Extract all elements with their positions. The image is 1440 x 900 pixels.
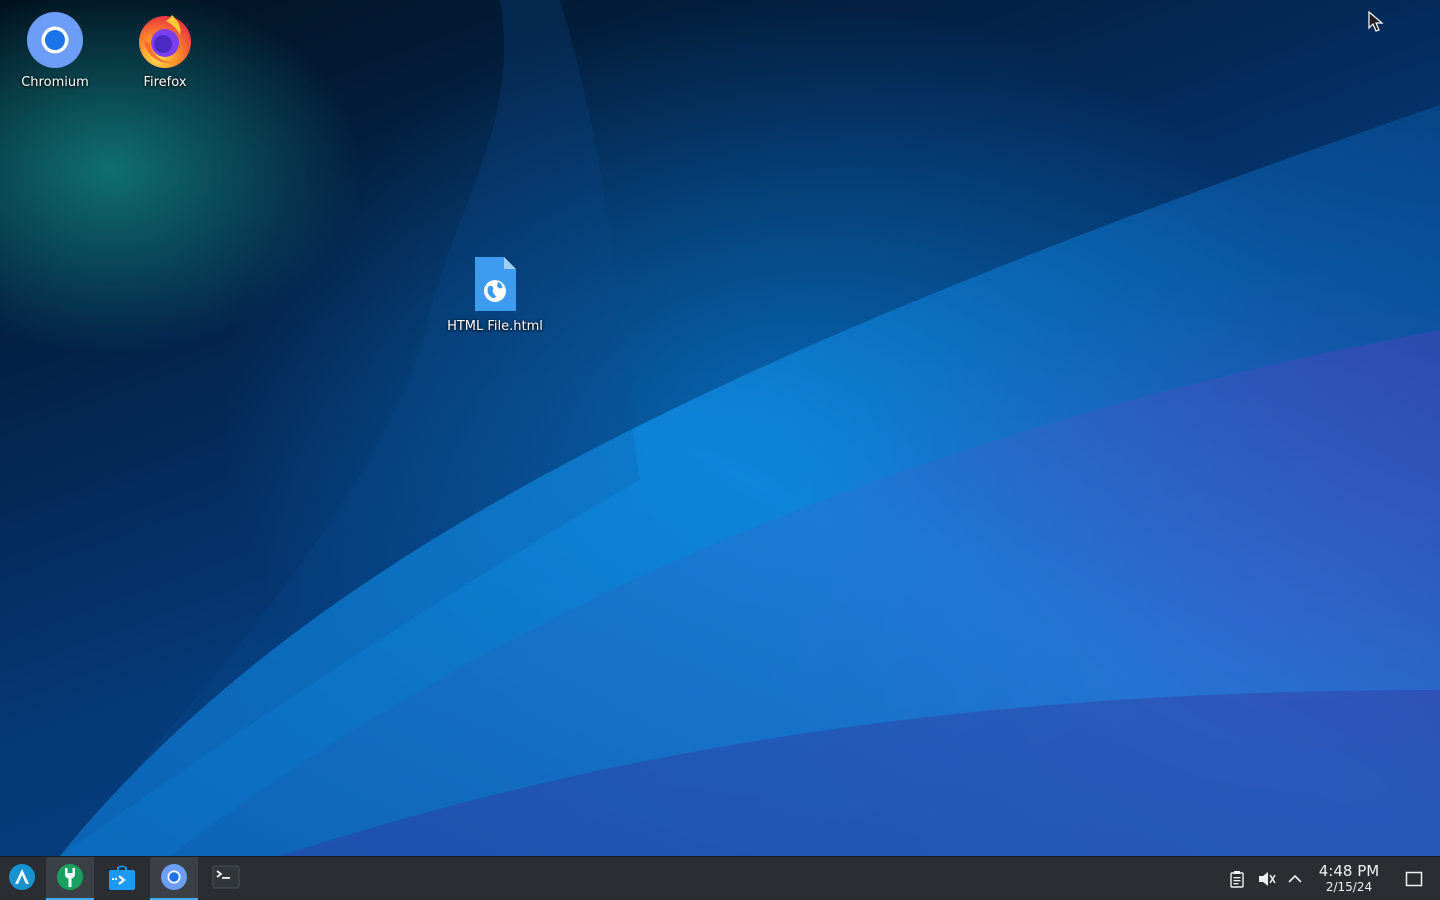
wallpaper	[60, 0, 1440, 856]
taskbar-app-terminal[interactable]	[202, 857, 250, 900]
desktop-icon-label: Chromium	[21, 75, 89, 90]
store-icon	[107, 862, 137, 896]
desktop: Chromium Firefox HTML File.html	[0, 0, 1440, 856]
taskbar-app-chromium[interactable]	[150, 857, 198, 900]
clipboard-icon[interactable]	[1226, 868, 1248, 890]
taskbar-app-system-settings[interactable]	[46, 857, 94, 900]
taskbar: 4:48 PM 2/15/24	[0, 856, 1440, 900]
firefox-icon	[136, 11, 194, 69]
app-launcher-icon	[8, 863, 36, 895]
html-file-icon	[466, 255, 524, 313]
desktop-icon-chromium[interactable]: Chromium	[0, 11, 110, 90]
chromium-icon	[160, 863, 188, 895]
desktop-icon-label: HTML File.html	[447, 319, 543, 334]
chevron-up-icon[interactable]	[1284, 868, 1306, 890]
chromium-icon	[26, 11, 84, 69]
clock-date: 2/15/24	[1325, 880, 1373, 894]
show-desktop-icon[interactable]	[1403, 868, 1425, 890]
taskbar-app-discover[interactable]	[98, 857, 146, 900]
digital-clock[interactable]: 4:48 PM 2/15/24	[1312, 862, 1386, 895]
mouse-cursor	[1368, 10, 1384, 37]
desktop-icon-label: Firefox	[143, 75, 187, 90]
desktop-icon-firefox[interactable]: Firefox	[110, 11, 220, 90]
app-launcher-button[interactable]	[0, 857, 44, 900]
volume-muted-icon[interactable]	[1256, 868, 1278, 890]
wrench-icon	[56, 863, 84, 895]
desktop-icon-html-file[interactable]: HTML File.html	[440, 255, 550, 334]
terminal-icon	[212, 865, 240, 893]
clock-time: 4:48 PM	[1318, 862, 1380, 880]
